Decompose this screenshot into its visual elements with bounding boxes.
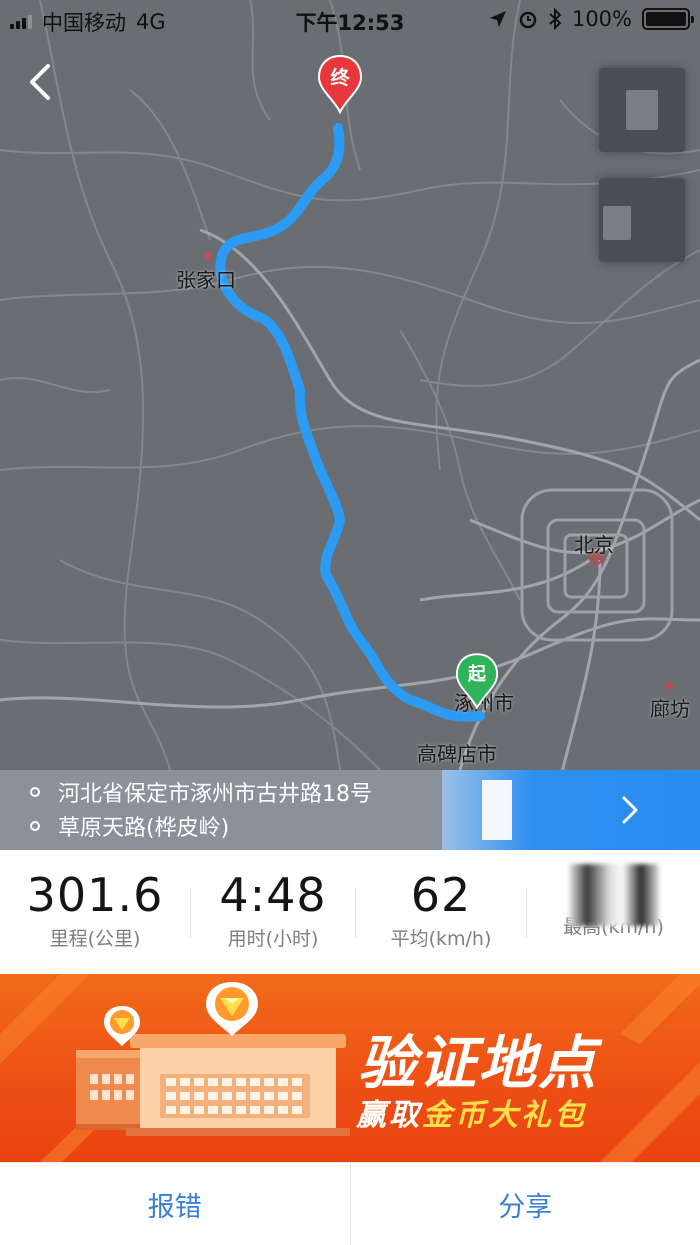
stat-distance: 301.6 里程(公里) bbox=[0, 850, 190, 974]
route-map[interactable]: 张家口 北京 涿州市 廊坊 高碑店市 终 起 中国移动 4G 下午12:53 1… bbox=[0, 0, 700, 770]
start-address-row: 河北省保定市涿州市古井路18号 bbox=[30, 776, 372, 808]
battery-icon bbox=[642, 8, 694, 30]
stat-average-label: 平均(km/h) bbox=[390, 928, 492, 950]
bluetooth-icon bbox=[549, 8, 562, 30]
stat-duration: 4:48 用时(小时) bbox=[191, 850, 355, 974]
chevron-left-icon bbox=[30, 64, 50, 100]
route-detail-button[interactable] bbox=[442, 770, 700, 850]
report-error-button[interactable]: 报错 bbox=[0, 1163, 350, 1245]
map-control-button-1[interactable] bbox=[599, 68, 685, 152]
stat-distance-label: 里程(公里) bbox=[49, 928, 141, 950]
share-button[interactable]: 分享 bbox=[351, 1163, 700, 1245]
map-label-gaobeidian: 高碑店市 bbox=[417, 742, 497, 766]
map-control-icon bbox=[603, 206, 631, 240]
map-control-button-2[interactable] bbox=[599, 178, 685, 262]
map-label-beijing: 北京 bbox=[574, 533, 614, 557]
trip-stats: 301.6 里程(公里) 4:48 用时(小时) 62 平均(km/h) 最高(… bbox=[0, 850, 700, 974]
end-marker-label: 终 bbox=[330, 67, 350, 89]
chevron-right-icon bbox=[622, 796, 638, 824]
start-dot-icon bbox=[30, 787, 40, 797]
start-address: 河北省保定市涿州市古井路18号 bbox=[58, 782, 372, 807]
bottom-actions: 报错 分享 bbox=[0, 1162, 700, 1245]
stat-average-value: 62 bbox=[410, 868, 472, 922]
end-address-row: 草原天路(桦皮岭) bbox=[30, 810, 229, 842]
location-arrow-icon bbox=[489, 11, 506, 27]
map-label-langfang: 廊坊 bbox=[650, 697, 690, 721]
banner-subtitle-highlight: 金币大礼包 bbox=[422, 1098, 587, 1133]
end-address: 草原天路(桦皮岭) bbox=[58, 816, 230, 841]
stat-max-speed: 最高(km/h) bbox=[527, 850, 700, 974]
stat-duration-value: 4:48 bbox=[219, 868, 327, 922]
stat-duration-label: 用时(小时) bbox=[227, 928, 319, 950]
promo-banner[interactable]: 验证地点 赢取金币大礼包 bbox=[0, 974, 700, 1162]
alarm-icon bbox=[519, 11, 537, 29]
stat-average-speed: 62 平均(km/h) bbox=[356, 850, 526, 974]
map-roads bbox=[0, 0, 700, 770]
start-marker[interactable]: 起 bbox=[454, 652, 500, 710]
route-line bbox=[215, 123, 485, 722]
banner-subtitle: 赢取金币大礼包 bbox=[356, 1090, 587, 1134]
back-button[interactable] bbox=[22, 60, 62, 104]
stat-distance-value: 301.6 bbox=[26, 868, 164, 922]
start-marker-label: 起 bbox=[468, 664, 486, 685]
blurred-content bbox=[482, 780, 512, 840]
blurred-max-value bbox=[568, 864, 659, 926]
banner-title: 验证地点 bbox=[358, 1029, 599, 1097]
route-address-bar[interactable]: 河北省保定市涿州市古井路18号 草原天路(桦皮岭) bbox=[0, 770, 700, 850]
map-label-zhangjiakou: 张家口 bbox=[176, 268, 236, 292]
battery-percent: 100% bbox=[571, 7, 632, 31]
map-control-icon bbox=[626, 90, 658, 130]
end-dot-icon bbox=[30, 821, 40, 831]
status-bar: 中国移动 4G 下午12:53 100% bbox=[0, 0, 700, 40]
banner-subtitle-prefix: 赢取 bbox=[356, 1098, 422, 1133]
end-marker[interactable]: 终 bbox=[316, 54, 364, 115]
